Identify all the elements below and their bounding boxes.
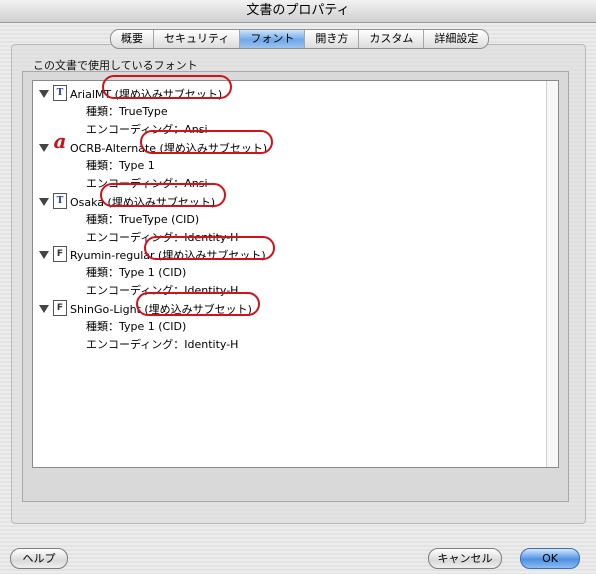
help-button[interactable]: ヘルプ xyxy=(10,548,68,569)
ok-button[interactable]: OK xyxy=(520,548,580,569)
adobe-type1-font-icon: a xyxy=(53,129,67,153)
tab-general[interactable]: 概要 xyxy=(111,30,153,48)
font-type: 種類：TrueType (CID) xyxy=(86,213,200,226)
tab-custom[interactable]: カスタム xyxy=(358,30,423,48)
annotation-circle xyxy=(102,75,232,99)
cancel-button[interactable]: キャンセル xyxy=(428,548,502,569)
tab-security[interactable]: セキュリティ xyxy=(153,30,239,48)
disclosure-triangle-icon[interactable] xyxy=(39,251,49,259)
disclosure-triangle-icon[interactable] xyxy=(39,305,49,313)
annotation-circle xyxy=(136,292,260,316)
tab-fonts[interactable]: フォント xyxy=(239,30,305,48)
tab-initial-view[interactable]: 開き方 xyxy=(304,30,358,48)
font-list[interactable]: T ArialMT (埋め込みサブセット) 種類：TrueType エンコーディ… xyxy=(32,80,559,468)
disclosure-triangle-icon[interactable] xyxy=(39,144,49,152)
truetype-font-icon: T xyxy=(53,193,67,209)
truetype-font-icon: T xyxy=(53,85,67,101)
font-file-icon: F xyxy=(53,300,67,316)
font-item-ryumin-regular: F Ryumin-regular (埋め込みサブセット) 種類：Type 1 (… xyxy=(33,244,543,297)
annotation-circle xyxy=(144,236,275,260)
font-type: 種類：Type 1 xyxy=(86,159,155,172)
font-item-ocrb-alternate: a OCRB-Alternate (埋め込みサブセット) 種類：Type 1 エ… xyxy=(33,129,543,190)
window-title-bar: 文書のプロパティ xyxy=(0,0,596,23)
tab-advanced[interactable]: 詳細設定 xyxy=(423,30,488,48)
font-item-shingo-light: F ShinGo-Light (埋め込みサブセット) 種類：Type 1 (CI… xyxy=(33,298,543,351)
scrollbar[interactable] xyxy=(546,81,558,467)
tab-bar: 概要 セキュリティ フォント 開き方 カスタム 詳細設定 xyxy=(110,29,490,49)
disclosure-triangle-icon[interactable] xyxy=(39,198,49,206)
window-title: 文書のプロパティ xyxy=(246,3,350,18)
font-type: 種類：TrueType xyxy=(86,105,168,118)
font-file-icon: F xyxy=(53,246,67,262)
font-type: 種類：Type 1 (CID) xyxy=(86,266,187,279)
disclosure-triangle-icon[interactable] xyxy=(39,90,49,98)
font-encoding: エンコーディング：Identity-H xyxy=(86,338,239,351)
annotation-circle xyxy=(100,183,226,207)
annotation-circle xyxy=(140,130,273,154)
font-type: 種類：Type 1 (CID) xyxy=(86,320,187,333)
